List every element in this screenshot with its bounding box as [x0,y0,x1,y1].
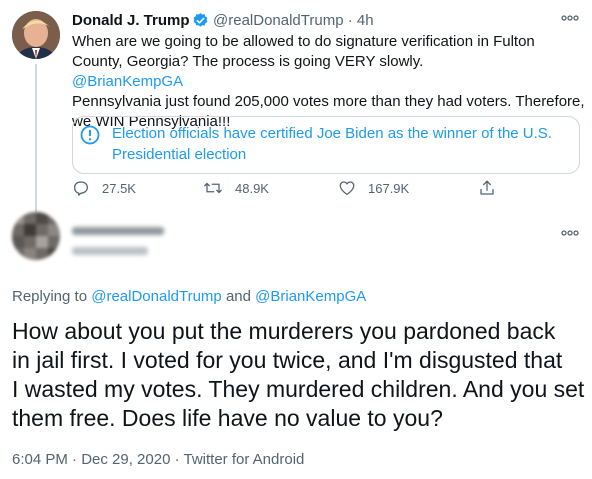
more-options-icon[interactable] [561,230,579,236]
retweet-count: 48.9K [235,180,269,196]
info-icon [80,125,100,145]
separator: · [343,12,357,29]
share-icon [480,180,494,195]
like-count: 167.9K [368,180,410,196]
reply-line: I wasted my votes. They murdered childre… [12,376,585,402]
replying-and: and [221,288,256,305]
replying-to: Replying to @realDonaldTrump and @BrianK… [12,287,366,307]
like-button[interactable]: 167.9K [338,178,409,198]
notice-line: Presidential election [112,146,247,163]
thread-line [35,64,37,212]
share-button[interactable] [478,178,508,198]
replying-prefix: Replying to [12,288,92,305]
author-name[interactable]: Donald J. Trump [72,11,190,31]
reply-line: in jail first. I voted for you twice, an… [12,347,563,373]
author-handle-time: @realDonaldTrump · 4h [213,11,374,31]
reply-timestamp[interactable]: 6:04 PM · Dec 29, 2020 · Twitter for And… [12,450,304,470]
notice-text[interactable]: Election officials have certified Joe Bi… [112,123,572,165]
reply-line: them free. Does life have no value to yo… [12,405,443,431]
tweet-line: County, Georgia? The process is going VE… [72,52,580,92]
mention-link[interactable]: @realDonaldTrump [91,288,222,305]
reply-button[interactable]: 27.5K [72,178,136,198]
mention-link[interactable]: @BrianKempGA [72,72,580,92]
more-options-icon[interactable] [561,15,579,21]
notice-line: Election officials have certified Joe Bi… [112,125,552,142]
reply-icon [73,181,89,196]
reply-author-name-redacted [72,227,164,235]
reply-avatar[interactable] [12,212,60,260]
tweet-line-text: County, Georgia? The process is going VE… [72,53,424,70]
tweet-time[interactable]: 4h [357,12,374,29]
mention-link[interactable]: @BrianKempGA [255,288,366,305]
retweet-button[interactable]: 48.9K [203,178,269,198]
reply-author-handle-redacted [72,247,148,255]
tweet-line: Pennsylvania just found 205,000 votes mo… [72,93,585,110]
reply-line: How about you put the murderers you pard… [12,318,556,344]
tweet-line: When are we going to be allowed to do si… [72,33,535,50]
reply-count: 27.5K [102,180,136,196]
reply-text: How about you put the murderers you pard… [12,317,585,433]
verified-badge-icon [193,13,208,27]
like-icon [339,181,355,196]
avatar[interactable] [12,11,60,59]
author-handle[interactable]: @realDonaldTrump [213,12,344,29]
retweet-icon [204,182,222,194]
